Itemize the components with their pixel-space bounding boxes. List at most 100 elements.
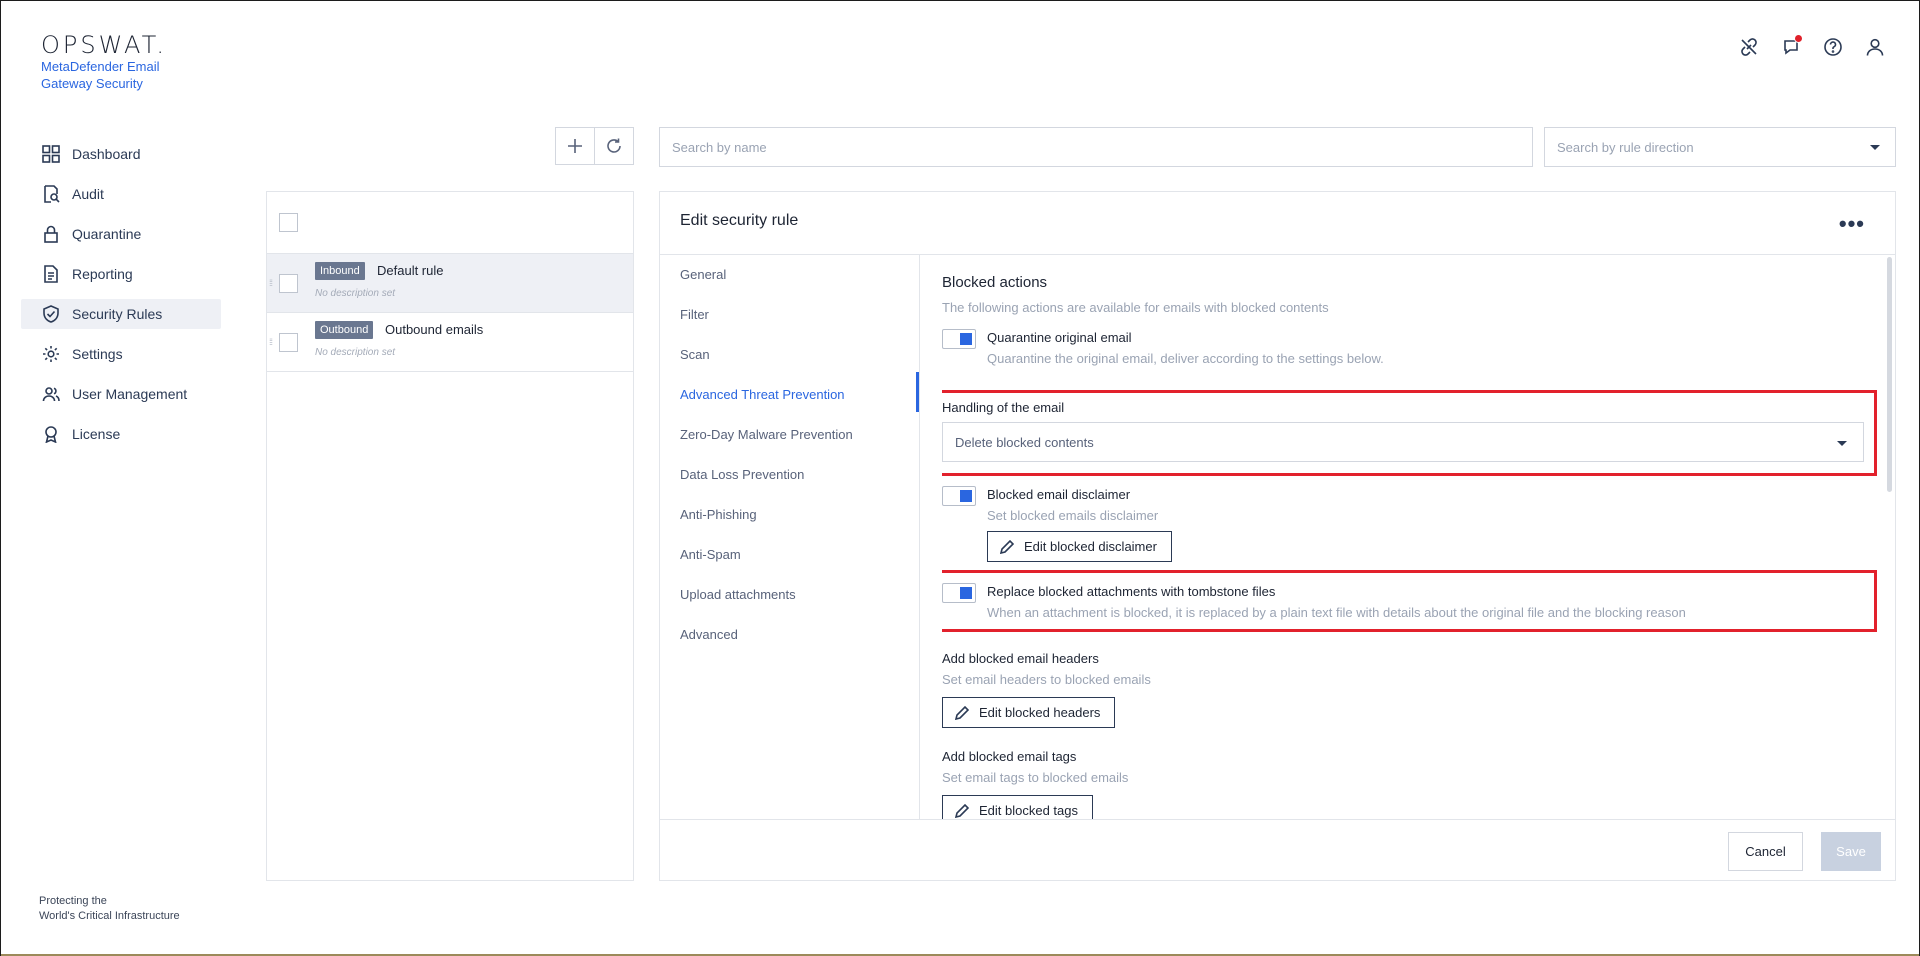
tags-label: Add blocked email tags <box>942 749 1077 764</box>
lock-icon <box>44 225 58 243</box>
rule-list: ⁞⁞ Inbound Default rule No description s… <box>266 191 634 881</box>
sidebar-item-dashboard[interactable]: Dashboard <box>21 139 221 169</box>
user-icon[interactable] <box>1865 37 1885 57</box>
headers-description: Set email headers to blocked emails <box>942 672 1151 687</box>
refresh-button[interactable] <box>594 127 634 165</box>
edit-disclaimer-button[interactable]: Edit blocked disclaimer <box>987 531 1172 562</box>
rule-name: Default rule <box>377 263 444 278</box>
panel-title: Edit security rule <box>680 212 799 229</box>
sidebar-item-reporting[interactable]: Reporting <box>21 259 221 289</box>
sidebar-item-label: Audit <box>72 186 104 202</box>
search-name-input[interactable] <box>659 127 1533 167</box>
tags-description: Set email tags to blocked emails <box>942 770 1129 785</box>
quarantine-toggle[interactable] <box>942 329 976 349</box>
rule-list-header <box>267 192 633 254</box>
sidebar-item-audit[interactable]: Audit <box>21 179 221 209</box>
tab-filter[interactable]: Filter <box>660 294 919 334</box>
sidebar-nav: Dashboard Audit Quarantine Reporting Sec… <box>21 139 221 459</box>
opswat-logo: OPSWAT. <box>41 31 168 59</box>
section-description: The following actions are available for … <box>942 300 1329 315</box>
rule-direction-badge: Inbound <box>315 262 365 280</box>
drag-handle-icon[interactable]: ⁞⁞ <box>269 337 273 347</box>
sidebar-item-label: Security Rules <box>72 306 163 322</box>
tab-data-loss-prevention[interactable]: Data Loss Prevention <box>660 454 919 494</box>
sidebar-item-security-rules[interactable]: Security Rules <box>21 299 221 329</box>
rule-description: No description set <box>315 347 396 358</box>
sidebar-item-quarantine[interactable]: Quarantine <box>21 219 221 249</box>
more-options-icon[interactable]: ••• <box>1839 213 1865 235</box>
sidebar: OPSWAT. MetaDefender Email Gateway Secur… <box>1 1 241 956</box>
pencil-icon <box>955 705 969 720</box>
product-name: MetaDefender Email Gateway Security <box>41 59 160 91</box>
plus-icon <box>568 139 582 153</box>
sidebar-item-user-management[interactable]: User Management <box>21 379 221 409</box>
cancel-button[interactable]: Cancel <box>1728 832 1803 871</box>
panel-footer: Cancel Save <box>660 819 1895 880</box>
rule-description: No description set <box>315 288 396 299</box>
refresh-icon <box>607 138 621 153</box>
rule-section-nav: General Filter Scan Advanced Threat Prev… <box>660 254 920 819</box>
toggle-knob <box>960 490 972 502</box>
tab-advanced-threat-prevention[interactable]: Advanced Threat Prevention <box>660 374 919 414</box>
document-icon <box>44 265 58 283</box>
tombstone-toggle[interactable] <box>942 583 976 603</box>
notifications-icon[interactable] <box>1781 34 1803 57</box>
sidebar-item-label: License <box>72 426 121 442</box>
tab-upload-attachments[interactable]: Upload attachments <box>660 574 919 614</box>
sidebar-item-license[interactable]: License <box>21 419 221 449</box>
shield-check-icon <box>43 305 59 323</box>
chevron-down-icon <box>1870 145 1880 150</box>
disclaimer-toggle[interactable] <box>942 486 976 506</box>
edit-headers-button[interactable]: Edit blocked headers <box>942 697 1116 728</box>
rule-row-default[interactable]: ⁞⁞ Inbound Default rule No description s… <box>267 254 633 313</box>
quarantine-label: Quarantine original email <box>987 330 1132 345</box>
gear-icon <box>43 346 59 362</box>
edit-rule-panel: Edit security rule ••• General Filter Sc… <box>659 191 1896 881</box>
header-actions <box>1739 34 1885 57</box>
pencil-icon <box>1000 539 1014 554</box>
link-icon[interactable] <box>1739 37 1759 57</box>
rule-row-outbound[interactable]: ⁞⁞ Outbound Outbound emails No descripti… <box>267 313 633 372</box>
toggle-knob <box>960 333 972 345</box>
grid-icon <box>42 145 60 163</box>
blocked-actions-section: Blocked actions The following actions ar… <box>942 254 1882 819</box>
tab-scan[interactable]: Scan <box>660 334 919 374</box>
users-icon <box>42 387 60 402</box>
button-label: Edit blocked headers <box>979 705 1101 720</box>
headers-label: Add blocked email headers <box>942 651 1099 666</box>
tab-anti-spam[interactable]: Anti-Spam <box>660 534 919 574</box>
toggle-knob <box>960 587 972 599</box>
sidebar-item-settings[interactable]: Settings <box>21 339 221 369</box>
add-rule-button[interactable] <box>555 127 595 165</box>
tab-zero-day-malware-prevention[interactable]: Zero-Day Malware Prevention <box>660 414 919 454</box>
sidebar-item-label: Quarantine <box>72 226 142 242</box>
rule-name: Outbound emails <box>385 322 484 337</box>
select-all-checkbox[interactable] <box>279 213 298 232</box>
drag-handle-icon[interactable]: ⁞⁞ <box>269 278 273 288</box>
tombstone-label: Replace blocked attachments with tombsto… <box>987 584 1276 599</box>
button-label: Edit blocked disclaimer <box>1024 539 1157 554</box>
sidebar-item-label: Settings <box>72 346 123 362</box>
tab-anti-phishing[interactable]: Anti-Phishing <box>660 494 919 534</box>
audit-icon <box>44 185 60 203</box>
disclaimer-label: Blocked email disclaimer <box>987 487 1131 502</box>
help-icon[interactable] <box>1823 37 1843 57</box>
button-label: Edit blocked tags <box>979 803 1079 818</box>
tagline-line1: Protecting the <box>39 895 107 907</box>
save-button[interactable]: Save <box>1821 832 1881 871</box>
highlight-box <box>942 570 1877 632</box>
tab-advanced[interactable]: Advanced <box>660 614 919 654</box>
tab-general[interactable]: General <box>660 254 919 294</box>
search-direction-input[interactable] <box>1544 127 1896 167</box>
rule-checkbox[interactable] <box>279 274 298 293</box>
badge-icon <box>45 426 57 443</box>
sidebar-item-label: User Management <box>72 386 188 402</box>
notification-badge <box>1794 34 1803 43</box>
rule-checkbox[interactable] <box>279 333 298 352</box>
scrollbar[interactable] <box>1887 257 1892 492</box>
handling-select[interactable]: Delete blocked contents <box>942 422 1864 462</box>
disclaimer-description: Set blocked emails disclaimer <box>987 508 1159 523</box>
edit-tags-button[interactable]: Edit blocked tags <box>942 795 1094 819</box>
handling-label: Handling of the email <box>942 400 1065 415</box>
rule-direction-select[interactable] <box>1544 127 1896 167</box>
